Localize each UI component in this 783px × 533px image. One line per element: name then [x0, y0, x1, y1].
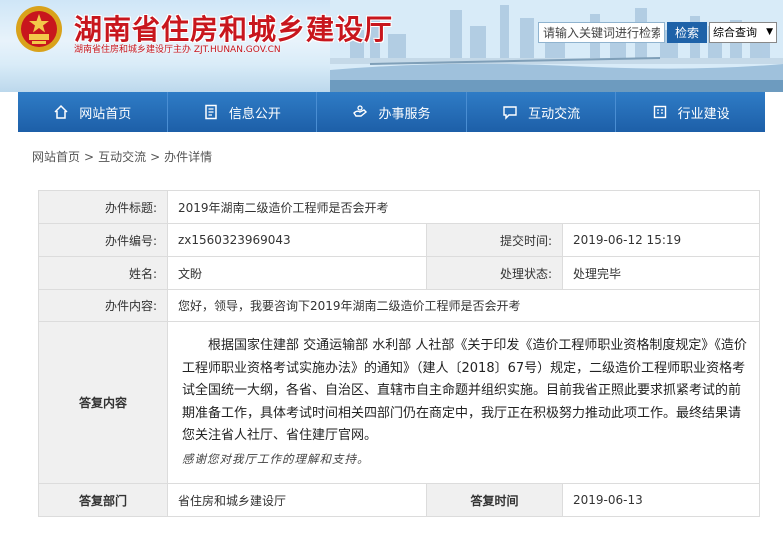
breadcrumb: 网站首页 > 互动交流 > 办件详情 — [32, 148, 212, 165]
nav-item-label: 办事服务 — [378, 106, 431, 122]
case-title-label: 办件标题: — [38, 190, 168, 224]
nav-item-industry[interactable]: 行业建设 — [616, 92, 765, 132]
reply-closing: 感谢您对我厅工作的理解和支持。 — [182, 451, 370, 466]
site-header: 湖南省住房和城乡建设厅 湖南省住房和城乡建设厅主办 ZJT.HUNAN.GOV.… — [0, 0, 783, 92]
breadcrumb-current: 办件详情 — [164, 150, 213, 164]
submit-time-label: 提交时间: — [426, 223, 563, 257]
submit-time-value: 2019-06-12 15:19 — [562, 223, 760, 257]
table-row: 办件内容: 您好，领导，我要咨询下2019年湖南二级造价工程师是否会开考 — [38, 289, 760, 322]
breadcrumb-separator: > — [150, 150, 161, 164]
table-row: 答复内容 根据国家住建部 交通运输部 水利部 人社部《关于印发《造价工程师职业资… — [38, 321, 760, 484]
nav-item-label: 信息公开 — [228, 106, 281, 122]
case-detail-table: 办件标题: 2019年湖南二级造价工程师是否会开考 办件编号: zx156032… — [38, 190, 760, 517]
reply-paragraph: 根据国家住建部 交通运输部 水利部 人社部《关于印发《造价工程师职业资格制度规定… — [182, 338, 747, 443]
nav-item-interaction[interactable]: 互动交流 — [467, 92, 617, 132]
site-subtitle: 湖南省住房和城乡建设厅主办 ZJT.HUNAN.GOV.CN — [74, 45, 281, 55]
home-icon — [54, 104, 68, 119]
national-emblem-icon — [16, 6, 62, 52]
search-input[interactable] — [538, 22, 665, 43]
name-label: 姓名: — [38, 256, 168, 290]
reply-content-label: 答复内容 — [38, 321, 168, 484]
reply-dept-label: 答复部门 — [38, 483, 168, 517]
reply-content: 根据国家住建部 交通运输部 水利部 人社部《关于印发《造价工程师职业资格制度规定… — [167, 321, 760, 484]
nav-item-home[interactable]: 网站首页 — [18, 92, 168, 132]
chat-icon — [503, 106, 517, 120]
breadcrumb-separator: > — [84, 150, 95, 164]
breadcrumb-home-link[interactable]: 网站首页 — [32, 150, 80, 164]
case-number-label: 办件编号: — [38, 223, 168, 257]
main-nav: 网站首页 信息公开 办事服务 互动交流 行业建设 — [18, 92, 765, 132]
search-button[interactable]: 检索 — [667, 22, 707, 43]
reply-dept-value: 省住房和城乡建设厅 — [167, 483, 427, 517]
reply-time-label: 答复时间 — [426, 483, 563, 517]
status-label: 处理状态: — [426, 256, 563, 290]
table-row: 姓名: 文盼 处理状态: 处理完毕 — [38, 256, 760, 290]
service-icon — [353, 105, 368, 117]
reply-time-value: 2019-06-13 — [562, 483, 760, 517]
search-scope-value: 综合查询 — [713, 26, 757, 39]
nav-item-label: 行业建设 — [677, 106, 730, 122]
case-content-label: 办件内容: — [38, 289, 168, 322]
nav-item-info-disclosure[interactable]: 信息公开 — [168, 92, 318, 132]
breadcrumb-interaction-link[interactable]: 互动交流 — [98, 150, 146, 164]
case-title-value: 2019年湖南二级造价工程师是否会开考 — [167, 190, 760, 224]
nav-item-label: 网站首页 — [79, 106, 132, 122]
building-icon — [653, 105, 666, 119]
document-icon — [205, 104, 217, 120]
nav-item-label: 互动交流 — [528, 106, 581, 122]
table-row: 办件编号: zx1560323969043 提交时间: 2019-06-12 1… — [38, 223, 760, 257]
chevron-down-icon: ▼ — [766, 27, 773, 37]
status-value: 处理完毕 — [562, 256, 760, 290]
table-row: 答复部门 省住房和城乡建设厅 答复时间 2019-06-13 — [38, 483, 760, 517]
case-number-value: zx1560323969043 — [167, 223, 427, 257]
case-content-value: 您好，领导，我要咨询下2019年湖南二级造价工程师是否会开考 — [167, 289, 760, 322]
search-scope-select[interactable]: 综合查询 ▼ — [709, 22, 777, 43]
table-row: 办件标题: 2019年湖南二级造价工程师是否会开考 — [38, 190, 760, 224]
nav-item-services[interactable]: 办事服务 — [317, 92, 467, 132]
name-value: 文盼 — [167, 256, 427, 290]
city-skyline-banner — [330, 0, 783, 92]
